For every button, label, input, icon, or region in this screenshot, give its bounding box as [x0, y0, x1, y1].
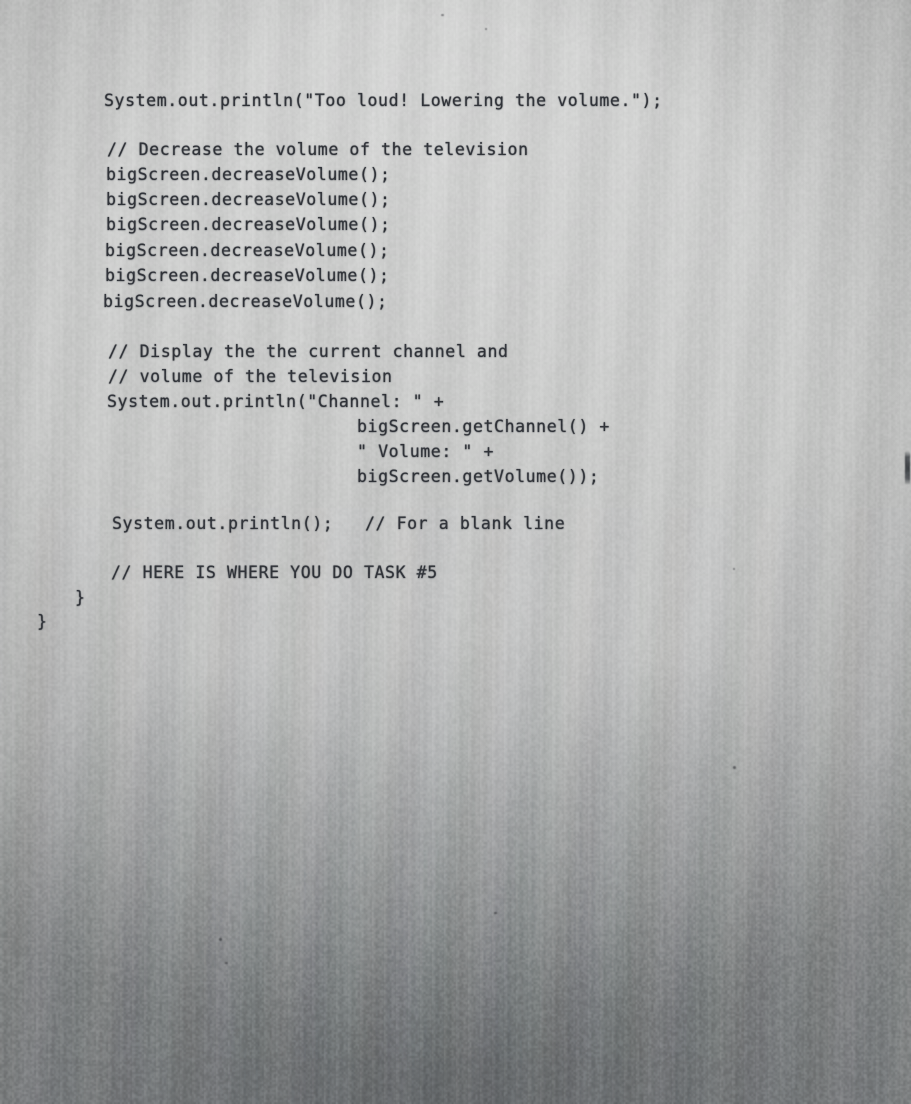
- code-line: System.out.println("Too loud! Lowering t…: [104, 88, 663, 113]
- code-line: bigScreen.decreaseVolume();: [106, 187, 391, 212]
- code-line: bigScreen.decreaseVolume();: [106, 212, 391, 237]
- code-line: // Display the the current channel and: [108, 339, 509, 364]
- dust-speck: [485, 28, 487, 30]
- code-line: bigScreen.decreaseVolume();: [103, 289, 388, 314]
- code-line: bigScreen.getChannel() +: [357, 414, 610, 439]
- dust-speck: [441, 14, 444, 16]
- code-line: bigScreen.decreaseVolume();: [105, 238, 390, 263]
- code-line: // HERE IS WHERE YOU DO TASK #5: [111, 560, 438, 585]
- code-line: }: [37, 609, 48, 634]
- code-line: }: [75, 585, 86, 610]
- code-line: bigScreen.decreaseVolume();: [105, 263, 390, 288]
- dust-speck: [494, 912, 497, 914]
- code-line: // Decrease the volume of the television: [107, 137, 529, 162]
- code-line: System.out.println("Channel: " +: [107, 389, 444, 414]
- code-line: bigScreen.getVolume());: [357, 464, 599, 489]
- dust-speck: [733, 766, 736, 769]
- dust-speck: [219, 938, 222, 941]
- code-line: // volume of the television: [108, 364, 393, 389]
- monitor-photo: System.out.println("Too loud! Lowering t…: [0, 0, 911, 1104]
- dust-speck: [733, 568, 735, 570]
- code-line: bigScreen.decreaseVolume();: [106, 162, 391, 187]
- code-line: " Volume: " +: [357, 439, 494, 464]
- source-code-block: System.out.println("Too loud! Lowering t…: [0, 0, 911, 1104]
- right-edge-scrollbar-artifact: [905, 451, 910, 485]
- dust-speck: [225, 962, 228, 964]
- code-line: System.out.println(); // For a blank lin…: [112, 511, 565, 536]
